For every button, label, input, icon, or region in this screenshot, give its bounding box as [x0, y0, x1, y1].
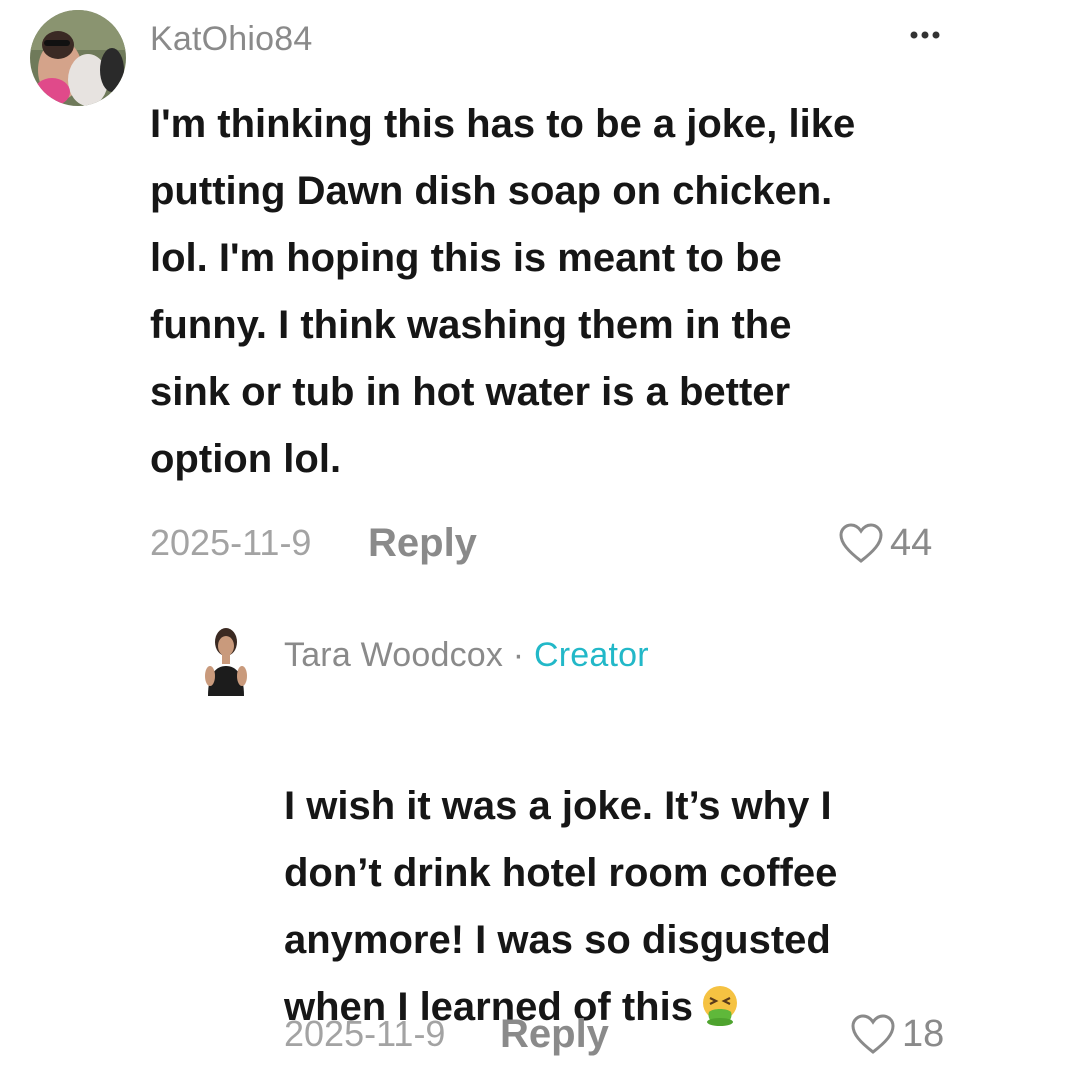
like-button[interactable]: 44: [838, 522, 932, 565]
reply-avatar-photo: [196, 622, 256, 696]
separator-dot: ·: [512, 636, 525, 674]
reply-button[interactable]: Reply: [368, 521, 477, 566]
reply-like-count: 18: [902, 1013, 945, 1055]
reply-date: 2025-11-9: [284, 1013, 446, 1054]
reply-reply-button[interactable]: Reply: [500, 1012, 609, 1057]
more-options-icon[interactable]: [906, 28, 946, 42]
nauseated-face-emoji: [699, 980, 741, 1047]
avatar-photo: [30, 10, 126, 106]
reply-username-line: Tara Woodcox · Creator: [284, 636, 649, 675]
reply-like-button[interactable]: 18: [850, 1013, 944, 1056]
comment-date: 2025-11-9: [150, 522, 312, 563]
heart-icon: [839, 522, 883, 563]
avatar[interactable]: [30, 10, 126, 106]
creator-badge: Creator: [533, 636, 649, 674]
comment-thread: KatOhio84 I'm thinking this has to be a …: [0, 0, 1068, 1075]
reply-avatar[interactable]: [196, 622, 256, 696]
reply-text-block: I wish it was a joke. It’s why I don’t d…: [284, 706, 1024, 1047]
comment-username[interactable]: KatOhio84: [150, 20, 312, 59]
heart-icon: [851, 1013, 895, 1054]
comment-text: I'm thinking this has to be a joke, like…: [150, 102, 856, 481]
like-count: 44: [890, 522, 933, 564]
reply-text: I wish it was a joke. It’s why I don’t d…: [284, 784, 838, 1029]
reply-username[interactable]: Tara Woodcox: [284, 636, 503, 674]
